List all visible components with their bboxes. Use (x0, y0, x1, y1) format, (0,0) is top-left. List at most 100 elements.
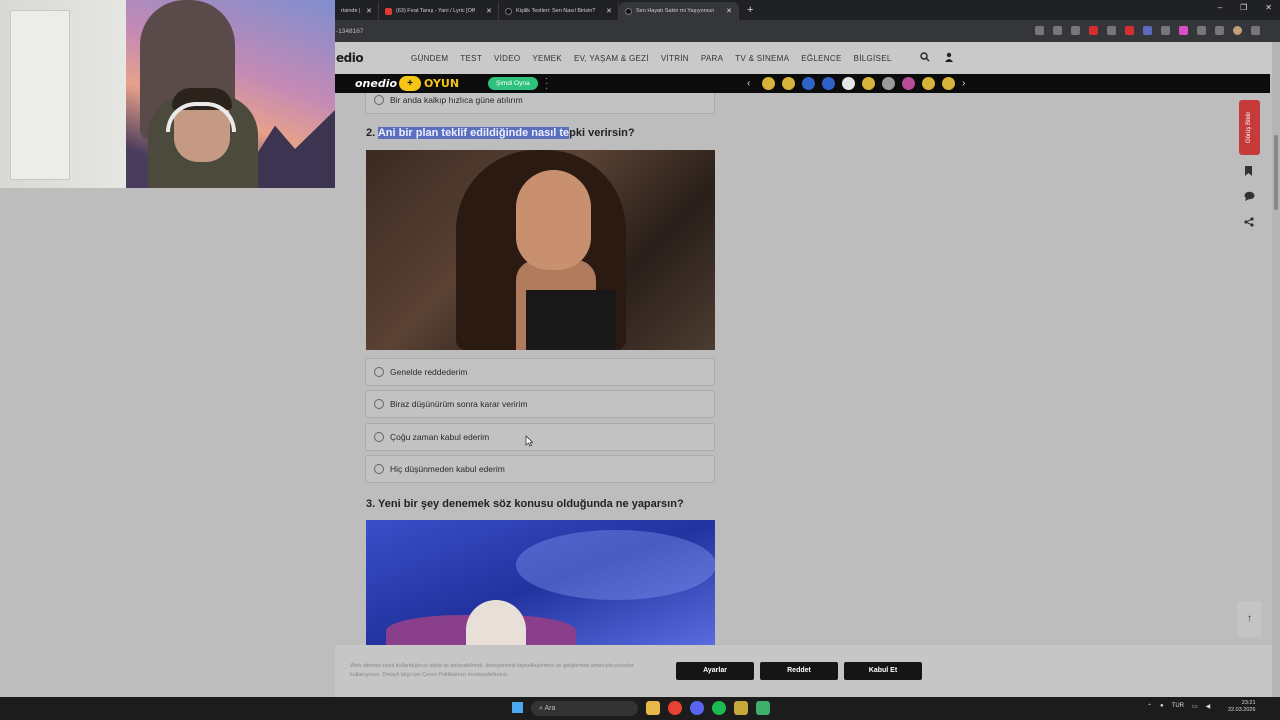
close-window-button[interactable]: ✕ (1265, 3, 1272, 12)
cookie-reject-button[interactable]: Reddet (760, 662, 838, 680)
close-tab-icon[interactable]: ✕ (606, 7, 612, 15)
radio-button[interactable] (374, 464, 384, 474)
radio-button[interactable] (374, 95, 384, 105)
extension-icon[interactable] (1143, 26, 1152, 35)
user-icon[interactable] (944, 52, 954, 65)
extension-icon[interactable] (1179, 26, 1188, 35)
extension-icon[interactable] (1071, 26, 1080, 35)
taskbar-clock[interactable]: 23:21 22.03.2026 (1228, 700, 1256, 714)
chevron-left-icon[interactable]: ‹ (747, 78, 755, 89)
radio-button[interactable] (374, 432, 384, 442)
nav-item[interactable]: PARA (701, 54, 723, 63)
minimize-button[interactable]: – (1218, 3, 1222, 12)
game-thumb-icon[interactable] (942, 77, 955, 90)
browser-tab[interactable]: Kişilik Testleri: Sen Nasıl Birisin? ✕ (499, 2, 619, 20)
windows-start-icon[interactable] (512, 702, 523, 713)
extension-icon[interactable] (1089, 26, 1098, 35)
nav-item[interactable]: VİDEO (494, 54, 520, 63)
spotify-icon[interactable] (712, 701, 726, 715)
selected-text: Ani bir plan teklif edildiğinde nasıl te (377, 127, 570, 139)
radio-button[interactable] (374, 399, 384, 409)
search-icon[interactable] (920, 52, 930, 65)
close-tab-icon[interactable]: ✕ (726, 7, 732, 15)
close-tab-icon[interactable]: ✕ (486, 7, 492, 15)
onedio-icon (505, 7, 512, 15)
feedback-button[interactable]: Görüş Bildir (1239, 100, 1260, 155)
nav-item[interactable]: BİLGİSEL (854, 54, 892, 63)
nav-item[interactable]: YEMEK (532, 54, 562, 63)
cookie-settings-button[interactable]: Ayarlar (676, 662, 754, 680)
taskbar-apps (646, 701, 770, 715)
nav-item[interactable]: VİTRİN (661, 54, 689, 63)
cast-icon[interactable] (1035, 26, 1044, 35)
app-icon[interactable] (734, 701, 748, 715)
webcam-overlay (0, 0, 335, 188)
game-word: OYUN (424, 77, 460, 90)
game-thumb-icon[interactable] (862, 77, 875, 90)
profile-avatar[interactable] (1233, 26, 1242, 35)
answer-option[interactable]: Genelde reddederim (365, 358, 715, 386)
tab-title: Kişilik Testleri: Sen Nasıl Birisin? (516, 8, 596, 14)
nav-item[interactable]: EĞLENCE (801, 54, 841, 63)
cookie-accept-button[interactable]: Kabul Et (844, 662, 922, 680)
nav-item[interactable]: EV, YAŞAM & GEZİ (574, 54, 649, 63)
bookmark-icon[interactable] (1244, 166, 1253, 179)
game-thumb-icon[interactable] (902, 77, 915, 90)
browser-tab[interactable]: (63) Fırat Tanış - Yani / Lyric [Off ✕ (379, 2, 499, 20)
nav-item[interactable]: TEST (460, 54, 482, 63)
file-explorer-icon[interactable] (646, 701, 660, 715)
menu-dots-icon[interactable] (1251, 26, 1260, 35)
extension-icon[interactable] (1215, 26, 1224, 35)
comment-icon[interactable] (1244, 191, 1255, 204)
chevron-up-icon[interactable]: ⌃ (1147, 703, 1152, 710)
extension-icon[interactable] (1161, 26, 1170, 35)
close-tab-icon[interactable]: ✕ (366, 7, 372, 15)
microphone-icon[interactable]: ● (1160, 703, 1164, 710)
game-thumb-icon[interactable] (822, 77, 835, 90)
url-text[interactable]: -1348167 (336, 28, 363, 35)
game-thumb-icon[interactable] (882, 77, 895, 90)
answer-option[interactable]: Biraz düşünürüm sonra karar veririm (365, 390, 715, 418)
share-icon[interactable] (1244, 217, 1254, 230)
scroll-to-top-button[interactable]: ↑ (1237, 601, 1262, 637)
tab-title: Sen Hayatı Sakin mi Yaşıyorsun (636, 8, 715, 14)
chrome-icon[interactable] (668, 701, 682, 715)
taskbar-search[interactable]: ⌕ Ara (531, 701, 638, 716)
chevron-right-icon[interactable]: › (962, 78, 970, 89)
browser-tab[interactable]: rtsinde | ✕ (335, 2, 379, 20)
volume-icon[interactable]: ◀ (1206, 703, 1211, 710)
answer-option[interactable]: Hiç düşünmeden kabul ederim (365, 455, 715, 483)
question-image (366, 150, 715, 350)
browser-tab-active[interactable]: Sen Hayatı Sakin mi Yaşıyorsun ✕ (619, 2, 739, 20)
nav-item[interactable]: TV & SİNEMA (735, 54, 789, 63)
game-icon-strip: ‹ › (747, 77, 970, 90)
discord-icon[interactable] (690, 701, 704, 715)
question-title: 3. Yeni bir şey denemek söz konusu olduğ… (366, 498, 684, 510)
extension-icon[interactable] (1125, 26, 1134, 35)
bookmark-star-icon[interactable] (1053, 26, 1062, 35)
new-tab-button[interactable]: + (747, 4, 753, 16)
game-thumb-icon[interactable] (782, 77, 795, 90)
more-vertical-icon[interactable]: · · · (545, 74, 548, 94)
network-icon[interactable]: ▭ (1192, 703, 1198, 710)
language-indicator[interactable]: TUR (1172, 703, 1184, 710)
scrollbar-thumb[interactable] (1274, 135, 1278, 210)
site-logo[interactable]: edio (336, 51, 364, 65)
game-banner[interactable]: onedio + OYUN Şimdi Oyna · · · ‹ › (335, 74, 1270, 94)
answer-option[interactable]: Çoğu zaman kabul ederim (365, 423, 715, 451)
game-thumb-icon[interactable] (922, 77, 935, 90)
answer-option[interactable]: Bir anda kalkıp hızlıca güne atılırım (365, 93, 715, 114)
cookie-banner: Web sitemizi nasıl kullandığınızı daha i… (335, 645, 1272, 697)
extensions-puzzle-icon[interactable] (1197, 26, 1206, 35)
game-thumb-icon[interactable] (842, 77, 855, 90)
game-thumb-icon[interactable] (762, 77, 775, 90)
taskbar-search-placeholder: Ara (544, 705, 556, 712)
clock-date: 22.03.2026 (1228, 707, 1256, 713)
extension-icon[interactable] (1107, 26, 1116, 35)
game-thumb-icon[interactable] (802, 77, 815, 90)
play-now-button[interactable]: Şimdi Oyna (488, 77, 538, 90)
radio-button[interactable] (374, 367, 384, 377)
app-icon[interactable] (756, 701, 770, 715)
nav-item[interactable]: GÜNDEM (411, 54, 448, 63)
maximize-button[interactable]: ❐ (1240, 3, 1247, 12)
